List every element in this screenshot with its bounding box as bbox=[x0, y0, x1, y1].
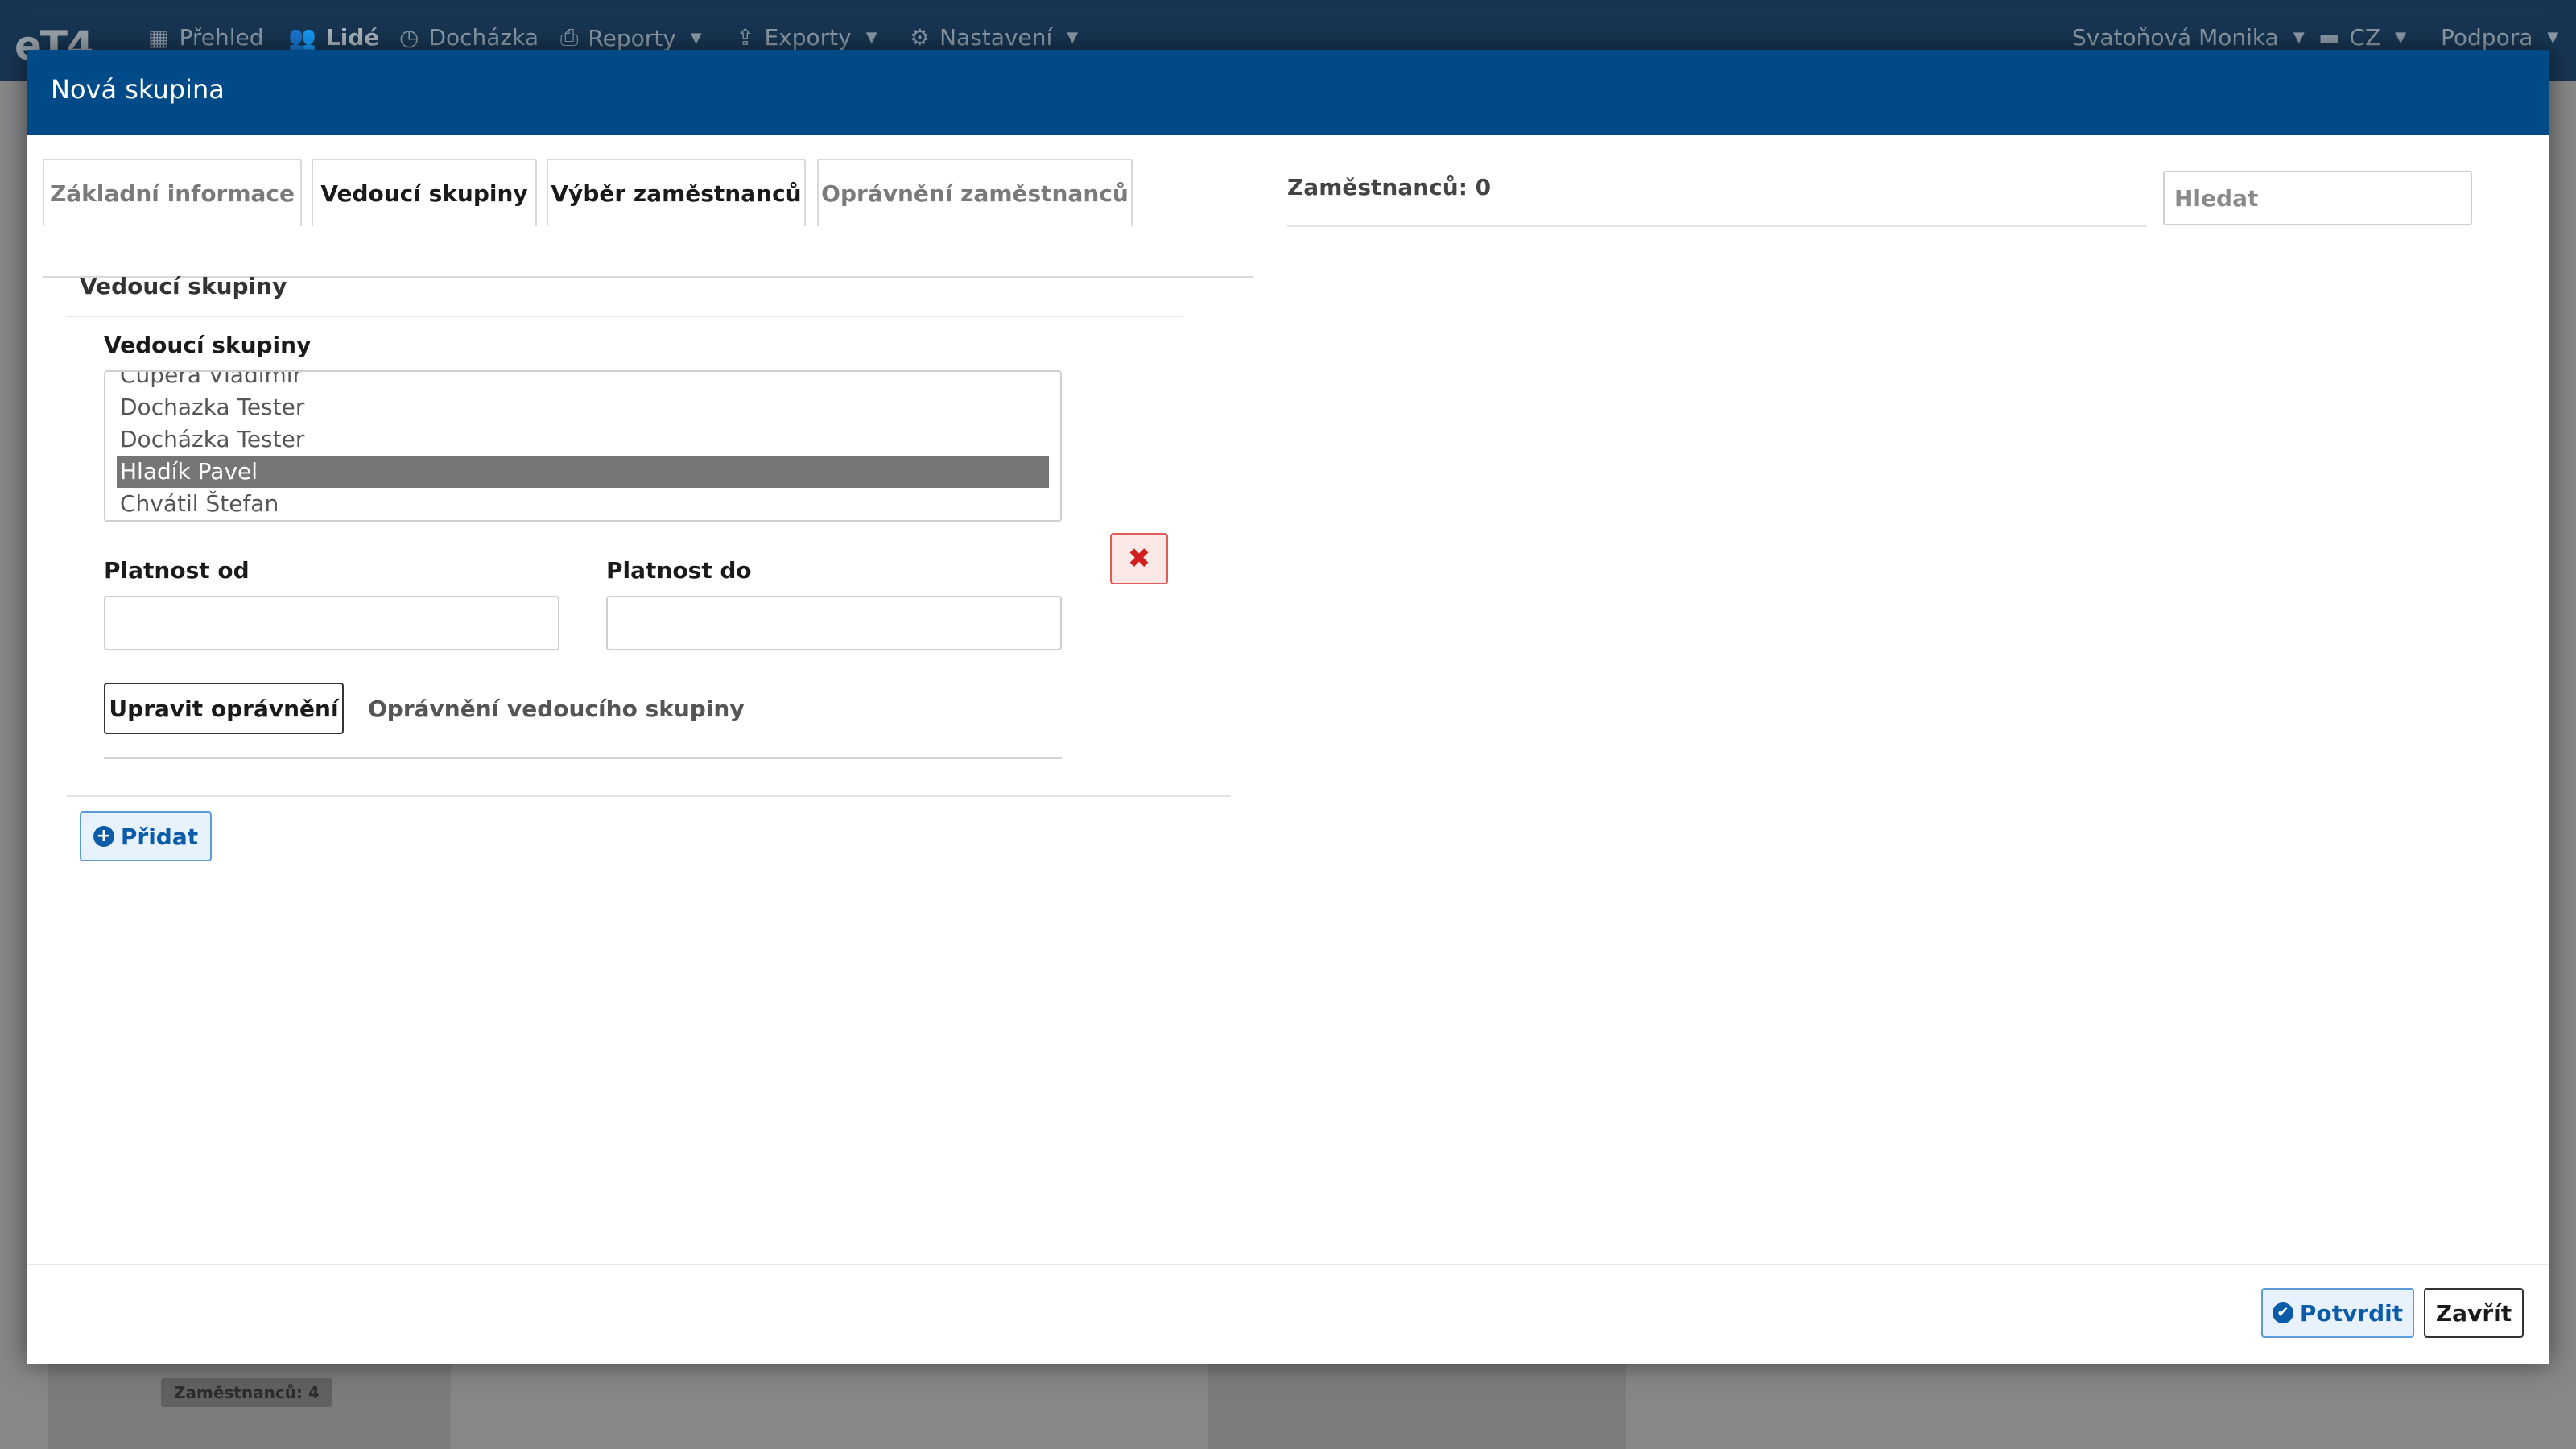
support-label: Podpora bbox=[2441, 24, 2533, 51]
divider bbox=[67, 795, 1231, 797]
export-icon: ⇪ bbox=[736, 24, 755, 51]
confirm-button-label: Potvrdit bbox=[2299, 1299, 2404, 1327]
nav-item-label: Nastavení bbox=[939, 24, 1053, 51]
nav-item-label: Docházka bbox=[428, 24, 539, 51]
leader-select-list[interactable]: Čupera Vladimír Dochazka Tester Docházka… bbox=[104, 370, 1062, 522]
leader-field-label: Vedoucí skupiny bbox=[104, 332, 312, 358]
add-leader-button[interactable]: + Přidat bbox=[80, 811, 212, 861]
nav-item-reporty[interactable]: ⎙ Reporty ▼ bbox=[560, 24, 702, 52]
background-card bbox=[1208, 1352, 1626, 1449]
confirm-button[interactable]: ✔ Potvrdit bbox=[2261, 1288, 2414, 1338]
employee-count: Zaměstnanců: 0 bbox=[1287, 174, 1492, 200]
chevron-down-icon: ▼ bbox=[865, 29, 877, 46]
nav-item-label: Přehled bbox=[179, 24, 264, 51]
chevron-down-icon: ▼ bbox=[2293, 29, 2305, 46]
search-input[interactable] bbox=[2163, 171, 2472, 225]
chevron-down-icon: ▼ bbox=[690, 29, 702, 47]
tab-employee-selection[interactable]: Výběr zaměstnanců bbox=[547, 159, 806, 226]
valid-from-label: Platnost od bbox=[104, 557, 250, 584]
grid-icon: ▦ bbox=[148, 24, 170, 51]
check-circle-icon: ✔ bbox=[2272, 1302, 2293, 1323]
gear-icon: ⚙ bbox=[910, 24, 931, 51]
chevron-down-icon: ▼ bbox=[2547, 29, 2559, 46]
close-icon: ✖ bbox=[1127, 543, 1151, 575]
flag-icon: ▬ bbox=[2318, 24, 2340, 51]
leader-permissions-label: Oprávnění vedoucího skupiny bbox=[368, 696, 745, 722]
list-item-selected[interactable]: Hladík Pavel bbox=[117, 456, 1049, 488]
nav-item-label: Lidé bbox=[325, 24, 380, 51]
valid-to-label: Platnost do bbox=[606, 557, 752, 584]
printer-icon: ⎙ bbox=[560, 24, 579, 51]
divider bbox=[104, 757, 1062, 759]
dialog-footer bbox=[27, 1264, 2549, 1364]
nav-item-label: Exporty bbox=[764, 24, 852, 51]
divider bbox=[1287, 225, 2147, 227]
chevron-down-icon: ▼ bbox=[1067, 29, 1079, 46]
chevron-down-icon: ▼ bbox=[2395, 29, 2407, 46]
close-button[interactable]: Zavřít bbox=[2424, 1288, 2524, 1338]
dialog-tabs: Základní informace Vedoucí skupiny Výběr… bbox=[43, 159, 1253, 278]
list-item[interactable]: Docházka Tester bbox=[117, 423, 1049, 456]
tab-group-leaders[interactable]: Vedoucí skupiny bbox=[312, 159, 537, 226]
language-label: CZ bbox=[2349, 24, 2381, 51]
list-item[interactable]: Chvátil Štefan bbox=[117, 488, 1049, 520]
section-title: Vedoucí skupiny bbox=[80, 273, 287, 299]
valid-from-input[interactable] bbox=[104, 596, 559, 650]
clock-icon: ◷ bbox=[399, 24, 419, 51]
list-item[interactable]: Čupera Vladimír bbox=[117, 372, 1049, 391]
background-employee-badge: Zaměstnanců: 4 bbox=[161, 1378, 332, 1407]
user-name: Svatoňová Monika bbox=[2072, 24, 2279, 51]
nav-item-prehled[interactable]: ▦ Přehled bbox=[148, 24, 264, 51]
nav-item-exporty[interactable]: ⇪ Exporty ▼ bbox=[736, 24, 877, 51]
divider bbox=[67, 316, 1183, 317]
edit-permissions-button[interactable]: Upravit oprávnění bbox=[104, 683, 344, 734]
nav-item-label: Reporty bbox=[588, 24, 676, 52]
dialog-header: Nová skupina bbox=[27, 50, 2549, 135]
support-menu[interactable]: Podpora ▼ bbox=[2441, 24, 2558, 51]
language-menu[interactable]: ▬ CZ ▼ bbox=[2318, 24, 2406, 51]
nav-item-nastaveni[interactable]: ⚙ Nastavení ▼ bbox=[910, 24, 1078, 51]
tab-basic-info[interactable]: Základní informace bbox=[43, 159, 302, 226]
remove-leader-button[interactable]: ✖ bbox=[1110, 533, 1168, 584]
nav-item-lide[interactable]: 👥 Lidé bbox=[288, 24, 379, 51]
tab-employee-permissions[interactable]: Oprávnění zaměstnanců bbox=[817, 159, 1133, 226]
new-group-dialog: Nová skupina Základní informace Vedoucí … bbox=[27, 50, 2549, 1364]
users-icon: 👥 bbox=[288, 24, 316, 51]
valid-to-input[interactable] bbox=[606, 596, 1062, 650]
user-menu[interactable]: Svatoňová Monika ▼ bbox=[2072, 24, 2305, 51]
list-item[interactable]: Dochazka Tester bbox=[117, 391, 1049, 423]
plus-circle-icon: + bbox=[93, 826, 114, 847]
add-button-label: Přidat bbox=[120, 823, 199, 850]
dialog-title: Nová skupina bbox=[51, 74, 225, 105]
nav-item-dochazka[interactable]: ◷ Docházka bbox=[399, 24, 539, 51]
